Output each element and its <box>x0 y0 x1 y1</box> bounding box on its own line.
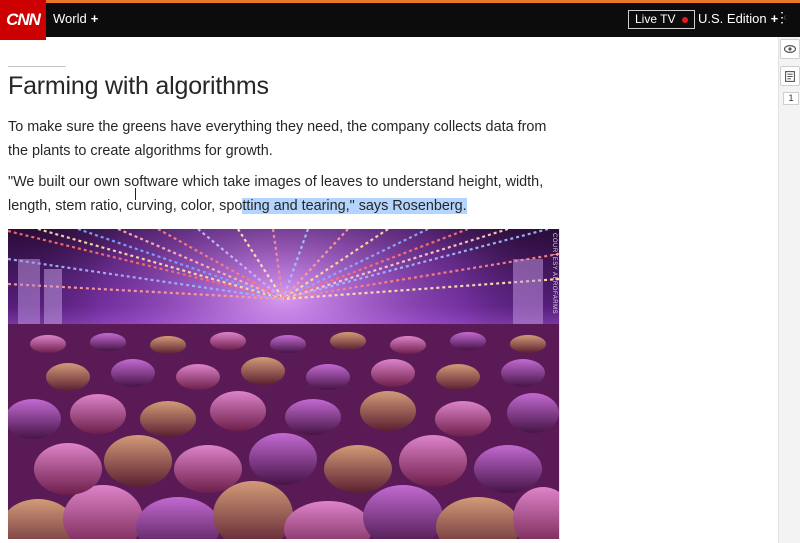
article-paragraph-1: To make sure the greens have everything … <box>8 119 547 159</box>
text-cursor-icon <box>135 188 136 200</box>
live-tv-label: Live TV <box>635 12 676 26</box>
photo-credit: COURTESY AEROFARMS <box>551 233 557 315</box>
article-paragraph-2: "We built our own software which take im… <box>8 170 558 218</box>
edition-label: U.S. Edition <box>698 11 767 26</box>
eye-icon[interactable] <box>780 39 800 59</box>
notes-icon[interactable] <box>780 66 800 86</box>
live-indicator-icon <box>682 16 689 23</box>
section-heading: Farming with algorithms <box>8 72 269 100</box>
vertical-farm-image <box>8 229 559 539</box>
cnn-logo[interactable]: CNN <box>0 0 46 40</box>
article-photo[interactable]: COURTESY AEROFARMS <box>8 229 559 539</box>
chevron-left-icon[interactable]: ‹ <box>783 10 787 24</box>
logo-text: CNN <box>6 10 41 29</box>
content-divider <box>559 229 560 539</box>
page-count-badge: 1 <box>783 92 799 105</box>
nav-world-menu[interactable]: World + <box>53 11 98 26</box>
site-header: CNN World + Live TV U.S. Edition + ⋮ <box>0 0 800 40</box>
plus-icon: + <box>90 11 99 26</box>
live-tv-button[interactable]: Live TV <box>628 10 696 29</box>
heading-rule <box>8 66 66 67</box>
edition-selector[interactable]: U.S. Edition + <box>698 11 778 26</box>
selected-text[interactable]: tting and tearing," says Rosenberg. <box>242 198 467 214</box>
side-panel <box>778 37 800 543</box>
nav-world-label: World <box>53 11 87 26</box>
